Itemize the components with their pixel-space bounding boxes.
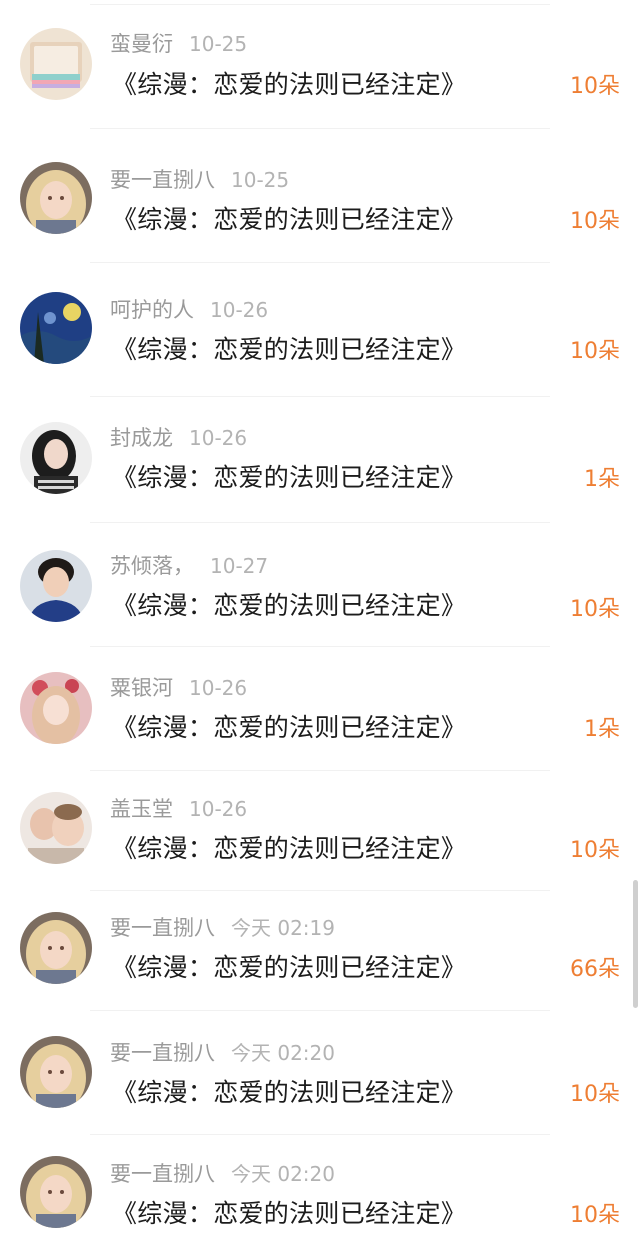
- girl-photo-avatar-icon: [20, 422, 92, 494]
- flower-girl-avatar-icon: [20, 672, 92, 744]
- timestamp: 10-25: [231, 168, 290, 192]
- gift-amount: 1朵: [584, 467, 620, 492]
- gift-amount: 66朵: [570, 957, 620, 982]
- avatar[interactable]: [20, 162, 92, 234]
- scrollbar-thumb[interactable]: [633, 880, 638, 1008]
- avatar[interactable]: [20, 672, 92, 744]
- user-meta: 要一直捌八 今天 02:20: [110, 1160, 335, 1188]
- username[interactable]: 封成龙: [110, 426, 173, 450]
- username[interactable]: 呵护的人: [110, 298, 194, 322]
- user-meta: 要一直捌八 今天 02:19: [110, 914, 335, 942]
- book-title[interactable]: 《综漫：恋爱的法则已经注定》: [112, 1197, 466, 1231]
- book-title[interactable]: 《综漫：恋爱的法则已经注定》: [112, 1076, 466, 1110]
- avatar[interactable]: [20, 292, 92, 364]
- gift-amount: 10朵: [570, 209, 620, 234]
- avatar[interactable]: [20, 1036, 92, 1108]
- book-title[interactable]: 《综漫：恋爱的法则已经注定》: [112, 333, 466, 367]
- timestamp: 10-27: [210, 554, 269, 578]
- starry-night-avatar-icon: [20, 292, 92, 364]
- username[interactable]: 盖玉堂: [110, 797, 173, 821]
- anime-girl-avatar-icon: [20, 1156, 92, 1228]
- row-divider: [90, 522, 550, 523]
- avatar[interactable]: [20, 550, 92, 622]
- book-title[interactable]: 《综漫：恋爱的法则已经注定》: [112, 461, 466, 495]
- username[interactable]: 要一直捌八: [110, 1162, 215, 1186]
- avatar[interactable]: [20, 792, 92, 864]
- gift-amount: 10朵: [570, 1082, 620, 1107]
- top-divider: [90, 4, 550, 5]
- timestamp: 今天 02:20: [231, 1162, 335, 1186]
- kids-photo-avatar-icon: [20, 792, 92, 864]
- username[interactable]: 苏倾落，: [110, 554, 194, 578]
- avatar[interactable]: [20, 422, 92, 494]
- book-title[interactable]: 《综漫：恋爱的法则已经注定》: [112, 68, 466, 102]
- anime-girl-avatar-icon: [20, 1036, 92, 1108]
- timestamp: 10-26: [189, 676, 248, 700]
- gift-amount: 10朵: [570, 597, 620, 622]
- row-divider: [90, 646, 550, 647]
- user-meta: 蛮曼衍 10-25: [110, 30, 247, 58]
- boy-photo-avatar-icon: [20, 550, 92, 622]
- timestamp: 今天 02:19: [231, 916, 335, 940]
- row-divider: [90, 396, 550, 397]
- book-title[interactable]: 《综漫：恋爱的法则已经注定》: [112, 832, 466, 866]
- row-divider: [90, 262, 550, 263]
- gift-amount: 10朵: [570, 339, 620, 364]
- timestamp: 10-26: [189, 426, 248, 450]
- timestamp: 10-26: [210, 298, 269, 322]
- book-title[interactable]: 《综漫：恋爱的法则已经注定》: [112, 589, 466, 623]
- user-meta: 盖玉堂 10-26: [110, 795, 247, 823]
- notebook-avatar-icon: [20, 28, 92, 100]
- username[interactable]: 粟银河: [110, 676, 173, 700]
- gift-amount: 10朵: [570, 1203, 620, 1228]
- row-divider: [90, 1010, 550, 1011]
- timestamp: 今天 02:20: [231, 1041, 335, 1065]
- row-divider: [90, 1134, 550, 1135]
- username[interactable]: 蛮曼衍: [110, 32, 173, 56]
- timestamp: 10-26: [189, 797, 248, 821]
- gift-amount: 10朵: [570, 74, 620, 99]
- gift-record-list: 蛮曼衍 10-25 《综漫：恋爱的法则已经注定》 10朵 要一直捌八 10-25 《…: [0, 0, 640, 1251]
- book-title[interactable]: 《综漫：恋爱的法则已经注定》: [112, 203, 466, 237]
- book-title[interactable]: 《综漫：恋爱的法则已经注定》: [112, 711, 466, 745]
- row-divider: [90, 890, 550, 891]
- row-divider: [90, 128, 550, 129]
- row-divider: [90, 770, 550, 771]
- timestamp: 10-25: [189, 32, 248, 56]
- book-title[interactable]: 《综漫：恋爱的法则已经注定》: [112, 951, 466, 985]
- gift-amount: 1朵: [584, 717, 620, 742]
- username[interactable]: 要一直捌八: [110, 168, 215, 192]
- user-meta: 粟银河 10-26: [110, 674, 247, 702]
- avatar[interactable]: [20, 1156, 92, 1228]
- avatar[interactable]: [20, 28, 92, 100]
- user-meta: 要一直捌八 10-25: [110, 166, 289, 194]
- user-meta: 封成龙 10-26: [110, 424, 247, 452]
- user-meta: 要一直捌八 今天 02:20: [110, 1039, 335, 1067]
- gift-amount: 10朵: [570, 838, 620, 863]
- username[interactable]: 要一直捌八: [110, 916, 215, 940]
- anime-girl-avatar-icon: [20, 912, 92, 984]
- anime-girl-avatar-icon: [20, 162, 92, 234]
- user-meta: 苏倾落， 10-27: [110, 552, 268, 580]
- username[interactable]: 要一直捌八: [110, 1041, 215, 1065]
- user-meta: 呵护的人 10-26: [110, 296, 268, 324]
- avatar[interactable]: [20, 912, 92, 984]
